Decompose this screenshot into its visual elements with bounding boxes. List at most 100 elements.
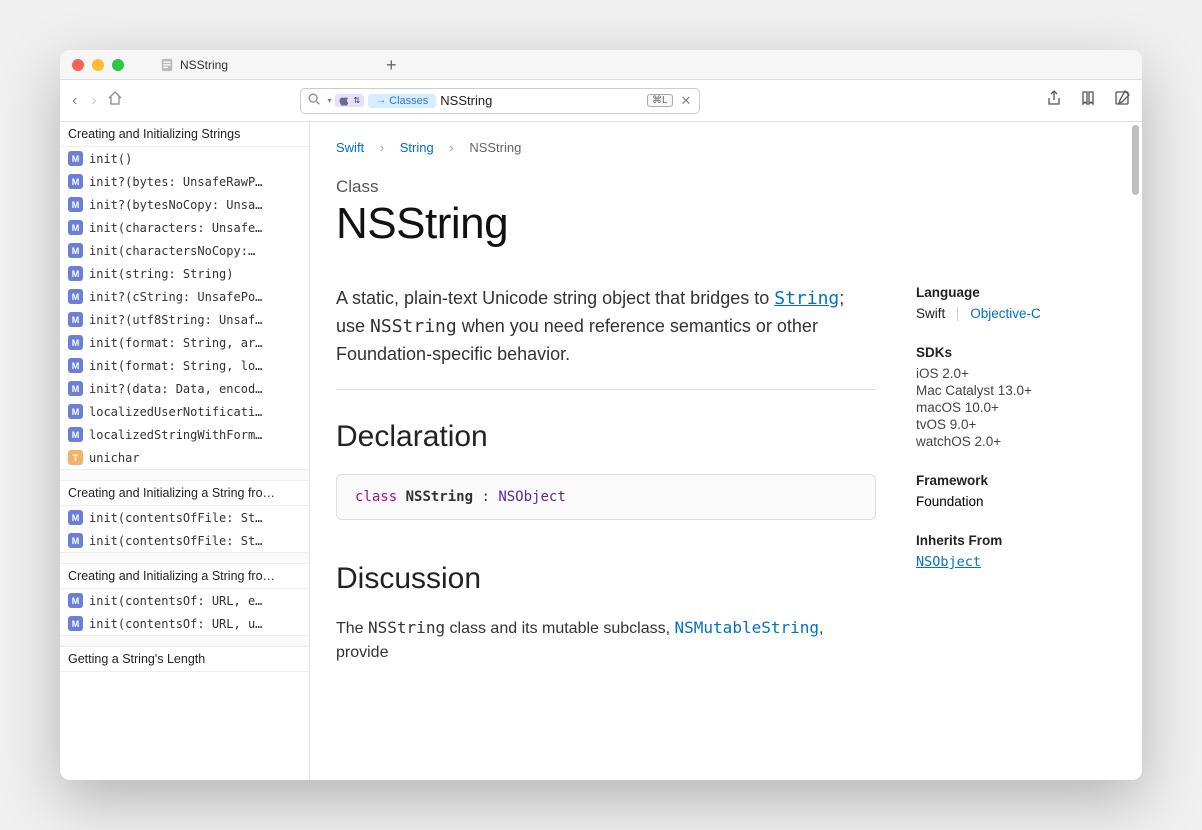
sidebar[interactable]: Creating and Initializing StringsMinit()…	[60, 122, 310, 780]
bookmarks-icon[interactable]	[1080, 90, 1096, 111]
sidebar-section-header: Creating and Initializing Strings	[60, 122, 309, 147]
method-badge-icon: M	[68, 289, 83, 304]
sidebar-item-label: init?(bytesNoCopy: Unsa…	[89, 198, 262, 212]
doc-tab-icon	[160, 58, 174, 72]
zoom-window-button[interactable]	[112, 59, 124, 71]
nsmutablestring-link[interactable]: NSMutableString	[675, 618, 820, 637]
sidebar-item[interactable]: Minit(characters: Unsafe…	[60, 216, 309, 239]
home-button[interactable]	[107, 90, 123, 111]
browser-tab[interactable]: NSString	[150, 54, 238, 76]
side-column: Language Swift Objective-C SDKs iOS 2.0+…	[916, 285, 1116, 666]
add-tab-button[interactable]: +	[386, 56, 397, 74]
minimize-window-button[interactable]	[92, 59, 104, 71]
sidebar-item[interactable]: Minit(format: String, ar…	[60, 331, 309, 354]
method-badge-icon: M	[68, 174, 83, 189]
sidebar-section-header: Getting a String's Length	[60, 647, 309, 672]
clear-search-button[interactable]: ✕	[677, 93, 696, 109]
forward-button[interactable]: ›	[91, 92, 96, 110]
sidebar-item-label: init?(data: Data, encod…	[89, 382, 262, 396]
nav-arrows: ‹ ›	[72, 92, 97, 110]
back-button[interactable]: ‹	[72, 92, 77, 110]
toolbar: ‹ › ▾ ⇅ → Classes NSString ⌘L ✕	[60, 80, 1142, 122]
sidebar-item[interactable]: Minit?(data: Data, encod…	[60, 377, 309, 400]
sidebar-item-label: init?(utf8String: Unsaf…	[89, 313, 262, 327]
sidebar-item-label: localizedStringWithForm…	[89, 428, 262, 442]
summary-text: A static, plain-text Unicode string obje…	[336, 285, 876, 369]
scrollbar-indicator[interactable]	[1132, 125, 1139, 195]
method-badge-icon: M	[68, 266, 83, 281]
chevron-right-icon: ›	[380, 140, 384, 155]
discussion-heading: Discussion	[336, 562, 876, 596]
main-column: A static, plain-text Unicode string obje…	[336, 285, 876, 666]
sdk-list: iOS 2.0+Mac Catalyst 13.0+macOS 10.0+tvO…	[916, 366, 1116, 449]
sidebar-item-label: init(contentsOf: URL, e…	[89, 594, 262, 608]
search-input-text: NSString	[440, 93, 643, 108]
sidebar-item[interactable]: Minit(format: String, lo…	[60, 354, 309, 377]
breadcrumb-swift[interactable]: Swift	[336, 140, 364, 155]
sidebar-item[interactable]: Minit()	[60, 147, 309, 170]
close-window-button[interactable]	[72, 59, 84, 71]
breadcrumb-current: NSString	[469, 140, 521, 155]
sidebar-item-label: localizedUserNotificati…	[89, 405, 262, 419]
chevron-down-icon[interactable]: ▾	[327, 96, 331, 105]
sidebar-item-label: init(characters: Unsafe…	[89, 221, 262, 235]
declaration-heading: Declaration	[336, 420, 876, 454]
share-icon[interactable]	[1046, 90, 1062, 111]
declaration-box: class NSString : NSObject	[336, 474, 876, 520]
framework-heading: Framework	[916, 473, 1116, 488]
sdk-entry: tvOS 9.0+	[916, 417, 1116, 432]
sidebar-item[interactable]: Minit(contentsOfFile: St…	[60, 506, 309, 529]
sidebar-item[interactable]: Minit(contentsOf: URL, u…	[60, 612, 309, 635]
method-badge-icon: M	[68, 151, 83, 166]
sidebar-item[interactable]: Minit(string: String)	[60, 262, 309, 285]
edit-icon[interactable]	[1114, 90, 1130, 111]
inherits-link[interactable]: NSObject	[916, 554, 981, 570]
method-badge-icon: M	[68, 593, 83, 608]
method-badge-icon: M	[68, 427, 83, 442]
sidebar-item[interactable]: Minit?(utf8String: Unsaf…	[60, 308, 309, 331]
sidebar-item[interactable]: Tunichar	[60, 446, 309, 469]
language-switch-objc[interactable]: Objective-C	[970, 306, 1041, 321]
sidebar-item[interactable]: Minit(contentsOfFile: St…	[60, 529, 309, 552]
framework-value: Foundation	[916, 494, 1116, 509]
body: Creating and Initializing StringsMinit()…	[60, 122, 1142, 780]
discussion-text: The NSString class and its mutable subcl…	[336, 616, 876, 667]
sidebar-item[interactable]: Minit?(bytesNoCopy: Unsa…	[60, 193, 309, 216]
inherits-heading: Inherits From	[916, 533, 1116, 548]
sidebar-item-label: init(format: String, ar…	[89, 336, 262, 350]
method-badge-icon: M	[68, 616, 83, 631]
sidebar-item-label: init?(cString: UnsafePo…	[89, 290, 262, 304]
sdk-filter-pill[interactable]: ⇅	[335, 94, 364, 107]
breadcrumbs: Swift › String › NSString	[336, 140, 1116, 155]
sidebar-item[interactable]: Minit?(cString: UnsafePo…	[60, 285, 309, 308]
sdk-entry: iOS 2.0+	[916, 366, 1116, 381]
sidebar-item[interactable]: MlocalizedUserNotificati…	[60, 400, 309, 423]
sidebar-item-label: init(charactersNoCopy:…	[89, 244, 255, 258]
classes-filter-chip[interactable]: → Classes	[368, 94, 436, 108]
tab-title: NSString	[180, 58, 228, 72]
language-current: Swift	[916, 306, 945, 321]
sidebar-section-header: Creating and Initializing a String fro…	[60, 564, 309, 589]
method-badge-icon: M	[68, 358, 83, 373]
sidebar-item[interactable]: MlocalizedStringWithForm…	[60, 423, 309, 446]
language-heading: Language	[916, 285, 1116, 300]
sidebar-item[interactable]: Minit?(bytes: UnsafeRawP…	[60, 170, 309, 193]
toolbar-right-actions	[1046, 90, 1130, 111]
string-link[interactable]: String	[774, 288, 839, 309]
titlebar: NSString +	[60, 50, 1142, 80]
breadcrumb-string[interactable]: String	[400, 140, 434, 155]
content-pane[interactable]: Swift › String › NSString Class NSString…	[310, 122, 1142, 780]
sidebar-item-label: unichar	[89, 451, 140, 465]
sidebar-item[interactable]: Minit(contentsOf: URL, e…	[60, 589, 309, 612]
search-bar[interactable]: ▾ ⇅ → Classes NSString ⌘L ✕	[300, 88, 700, 114]
sidebar-item[interactable]: Minit(charactersNoCopy:…	[60, 239, 309, 262]
sdk-entry: macOS 10.0+	[916, 400, 1116, 415]
method-badge-icon: M	[68, 220, 83, 235]
sdks-heading: SDKs	[916, 345, 1116, 360]
sidebar-item-label: init(string: String)	[89, 267, 234, 281]
method-badge-icon: M	[68, 243, 83, 258]
search-icon	[305, 92, 323, 109]
sidebar-section-header: Creating and Initializing a String fro…	[60, 481, 309, 506]
method-badge-icon: M	[68, 533, 83, 548]
sidebar-item-label: init(contentsOf: URL, u…	[89, 617, 262, 631]
